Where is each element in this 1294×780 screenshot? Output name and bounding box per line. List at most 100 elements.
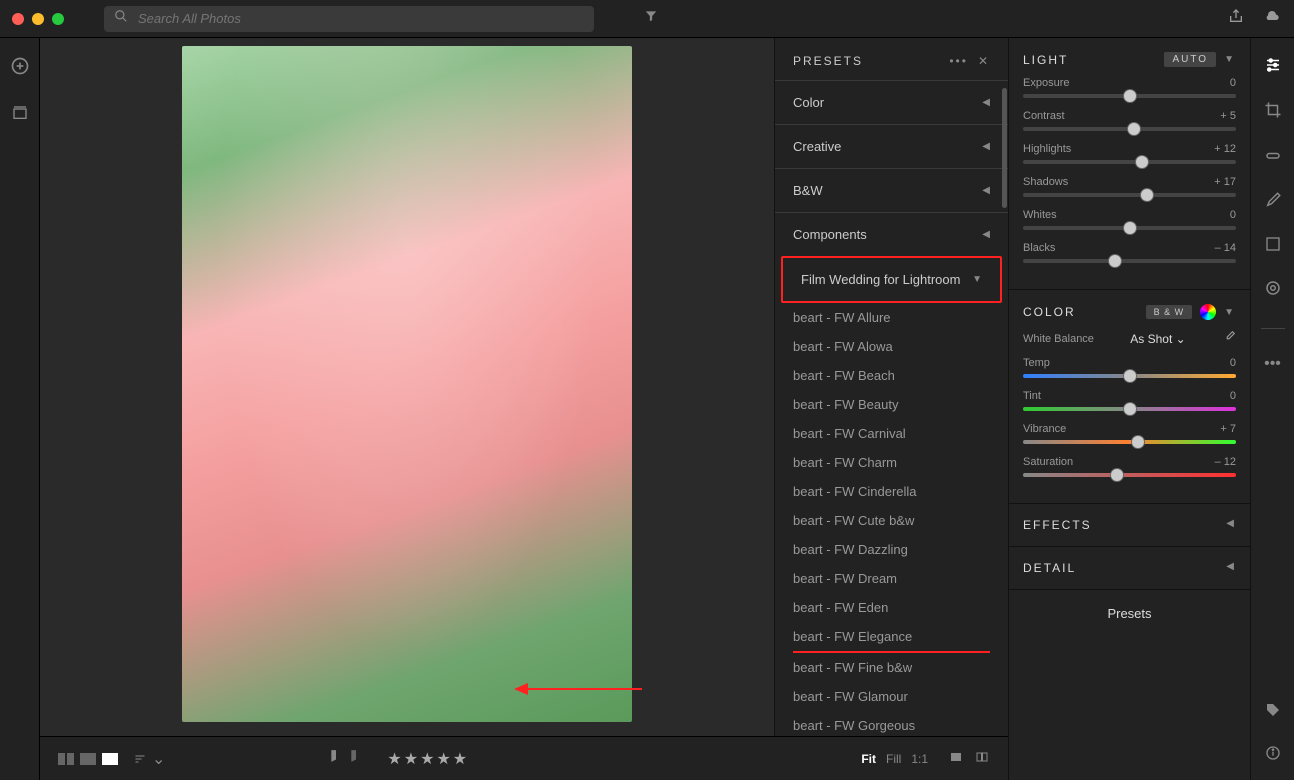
preset-item[interactable]: beart - FW Beach	[793, 361, 990, 390]
slider-track[interactable]	[1023, 473, 1236, 477]
flag-reject-icon[interactable]	[349, 749, 363, 768]
slider-thumb[interactable]	[1123, 221, 1137, 235]
cloud-icon[interactable]	[1262, 8, 1282, 29]
slider-shadows[interactable]: Shadows+ 17	[1023, 176, 1236, 197]
preset-item[interactable]: beart - FW Charm	[793, 448, 990, 477]
color-mixer-icon[interactable]	[1200, 304, 1216, 320]
chevron-down-icon[interactable]: ▼	[1224, 54, 1236, 65]
auto-button[interactable]: AUTO	[1164, 52, 1216, 67]
star-icon[interactable]: ★	[453, 749, 467, 769]
scrollbar[interactable]	[1002, 88, 1008, 736]
edit-sliders-icon[interactable]	[1264, 56, 1282, 79]
effects-section[interactable]: EFFECTS ◀	[1009, 504, 1250, 547]
preset-group-creative[interactable]: Creative ◀	[775, 124, 1008, 168]
slider-thumb[interactable]	[1135, 155, 1149, 169]
slider-exposure[interactable]: Exposure0	[1023, 77, 1236, 98]
show-original-icon[interactable]	[948, 751, 964, 766]
slider-whites[interactable]: Whites0	[1023, 209, 1236, 230]
bw-button[interactable]: B & W	[1146, 305, 1193, 319]
slider-track[interactable]	[1023, 440, 1236, 444]
scrollbar-thumb[interactable]	[1002, 88, 1007, 208]
fill-button[interactable]: Fill	[886, 752, 901, 766]
minimize-window-button[interactable]	[32, 13, 44, 25]
slider-thumb[interactable]	[1123, 402, 1137, 416]
preset-item[interactable]: beart - FW Glamour	[793, 682, 990, 711]
preset-item[interactable]: beart - FW Cinderella	[793, 477, 990, 506]
wb-select[interactable]: As Shot ⌄	[1130, 332, 1185, 346]
chevron-down-icon[interactable]: ▼	[1224, 307, 1236, 318]
compare-icon[interactable]	[974, 751, 990, 766]
star-icon[interactable]: ★	[404, 749, 418, 769]
library-icon[interactable]	[12, 105, 28, 126]
fit-button[interactable]: Fit	[861, 752, 876, 766]
preset-item[interactable]: beart - FW Dream	[793, 564, 990, 593]
preset-group-color[interactable]: Color ◀	[775, 80, 1008, 124]
share-icon[interactable]	[1228, 8, 1244, 29]
flag-pick-icon[interactable]	[329, 749, 343, 768]
preset-item[interactable]: beart - FW Carnival	[793, 419, 990, 448]
detail-view-button[interactable]	[102, 753, 118, 765]
preset-group-bw[interactable]: B&W ◀	[775, 168, 1008, 212]
radial-gradient-icon[interactable]	[1264, 279, 1282, 302]
preset-item[interactable]: beart - FW Gorgeous	[793, 711, 990, 736]
tag-icon[interactable]	[1265, 702, 1281, 723]
slider-track[interactable]	[1023, 193, 1236, 197]
slider-track[interactable]	[1023, 127, 1236, 131]
eyedropper-icon[interactable]	[1222, 330, 1236, 347]
info-icon[interactable]	[1265, 745, 1281, 766]
search-input[interactable]	[138, 11, 584, 26]
slider-highlights[interactable]: Highlights+ 12	[1023, 143, 1236, 164]
filter-icon[interactable]	[644, 9, 658, 28]
slider-tint[interactable]: Tint0	[1023, 390, 1236, 411]
slider-track[interactable]	[1023, 94, 1236, 98]
slider-track[interactable]	[1023, 259, 1236, 263]
slider-blacks[interactable]: Blacks– 14	[1023, 242, 1236, 263]
star-icon[interactable]: ★	[387, 749, 401, 769]
slider-saturation[interactable]: Saturation– 12	[1023, 456, 1236, 477]
close-window-button[interactable]	[12, 13, 24, 25]
presets-button[interactable]: Presets	[1009, 590, 1250, 637]
slider-thumb[interactable]	[1140, 188, 1154, 202]
slider-thumb[interactable]	[1123, 369, 1137, 383]
linear-gradient-icon[interactable]	[1265, 236, 1281, 257]
preset-item[interactable]: beart - FW Alowa	[793, 332, 990, 361]
slider-thumb[interactable]	[1123, 89, 1137, 103]
more-icon[interactable]: •••	[949, 54, 968, 68]
star-icon[interactable]: ★	[436, 749, 450, 769]
one-to-one-button[interactable]: 1:1	[911, 752, 928, 766]
slider-temp[interactable]: Temp0	[1023, 357, 1236, 378]
crop-icon[interactable]	[1264, 101, 1282, 124]
brush-icon[interactable]	[1264, 191, 1282, 214]
preset-item[interactable]: beart - FW Fine b&w	[793, 653, 990, 682]
more-icon[interactable]: •••	[1264, 355, 1281, 373]
slider-thumb[interactable]	[1108, 254, 1122, 268]
square-view-button[interactable]	[80, 753, 96, 765]
slider-track[interactable]	[1023, 407, 1236, 411]
slider-thumb[interactable]	[1131, 435, 1145, 449]
grid-view-button[interactable]	[58, 753, 74, 765]
preset-group-film-wedding[interactable]: Film Wedding for Lightroom ▼	[781, 256, 1002, 303]
slider-thumb[interactable]	[1110, 468, 1124, 482]
image-viewer[interactable]	[40, 38, 774, 736]
slider-track[interactable]	[1023, 226, 1236, 230]
preset-item[interactable]: beart - FW Dazzling	[793, 535, 990, 564]
slider-contrast[interactable]: Contrast+ 5	[1023, 110, 1236, 131]
slider-track[interactable]	[1023, 160, 1236, 164]
slider-track[interactable]	[1023, 374, 1236, 378]
maximize-window-button[interactable]	[52, 13, 64, 25]
search-input-container[interactable]	[104, 6, 594, 32]
close-panel-icon[interactable]: ✕	[978, 54, 990, 68]
preset-group-components[interactable]: Components ◀	[775, 212, 1008, 256]
star-icon[interactable]: ★	[420, 749, 434, 769]
preset-item[interactable]: beart - FW Eden	[793, 593, 990, 622]
preset-item[interactable]: beart - FW Allure	[793, 303, 990, 332]
sort-button[interactable]: ⌄	[132, 749, 165, 769]
slider-vibrance[interactable]: Vibrance+ 7	[1023, 423, 1236, 444]
slider-thumb[interactable]	[1127, 122, 1141, 136]
detail-section[interactable]: DETAIL ◀	[1009, 547, 1250, 590]
preset-item[interactable]: beart - FW Cute b&w	[793, 506, 990, 535]
rating-stars[interactable]: ★ ★ ★ ★ ★	[387, 749, 467, 769]
preset-item[interactable]: beart - FW Beauty	[793, 390, 990, 419]
add-photo-icon[interactable]	[10, 56, 30, 81]
preset-item[interactable]: beart - FW Elegance	[793, 622, 990, 653]
